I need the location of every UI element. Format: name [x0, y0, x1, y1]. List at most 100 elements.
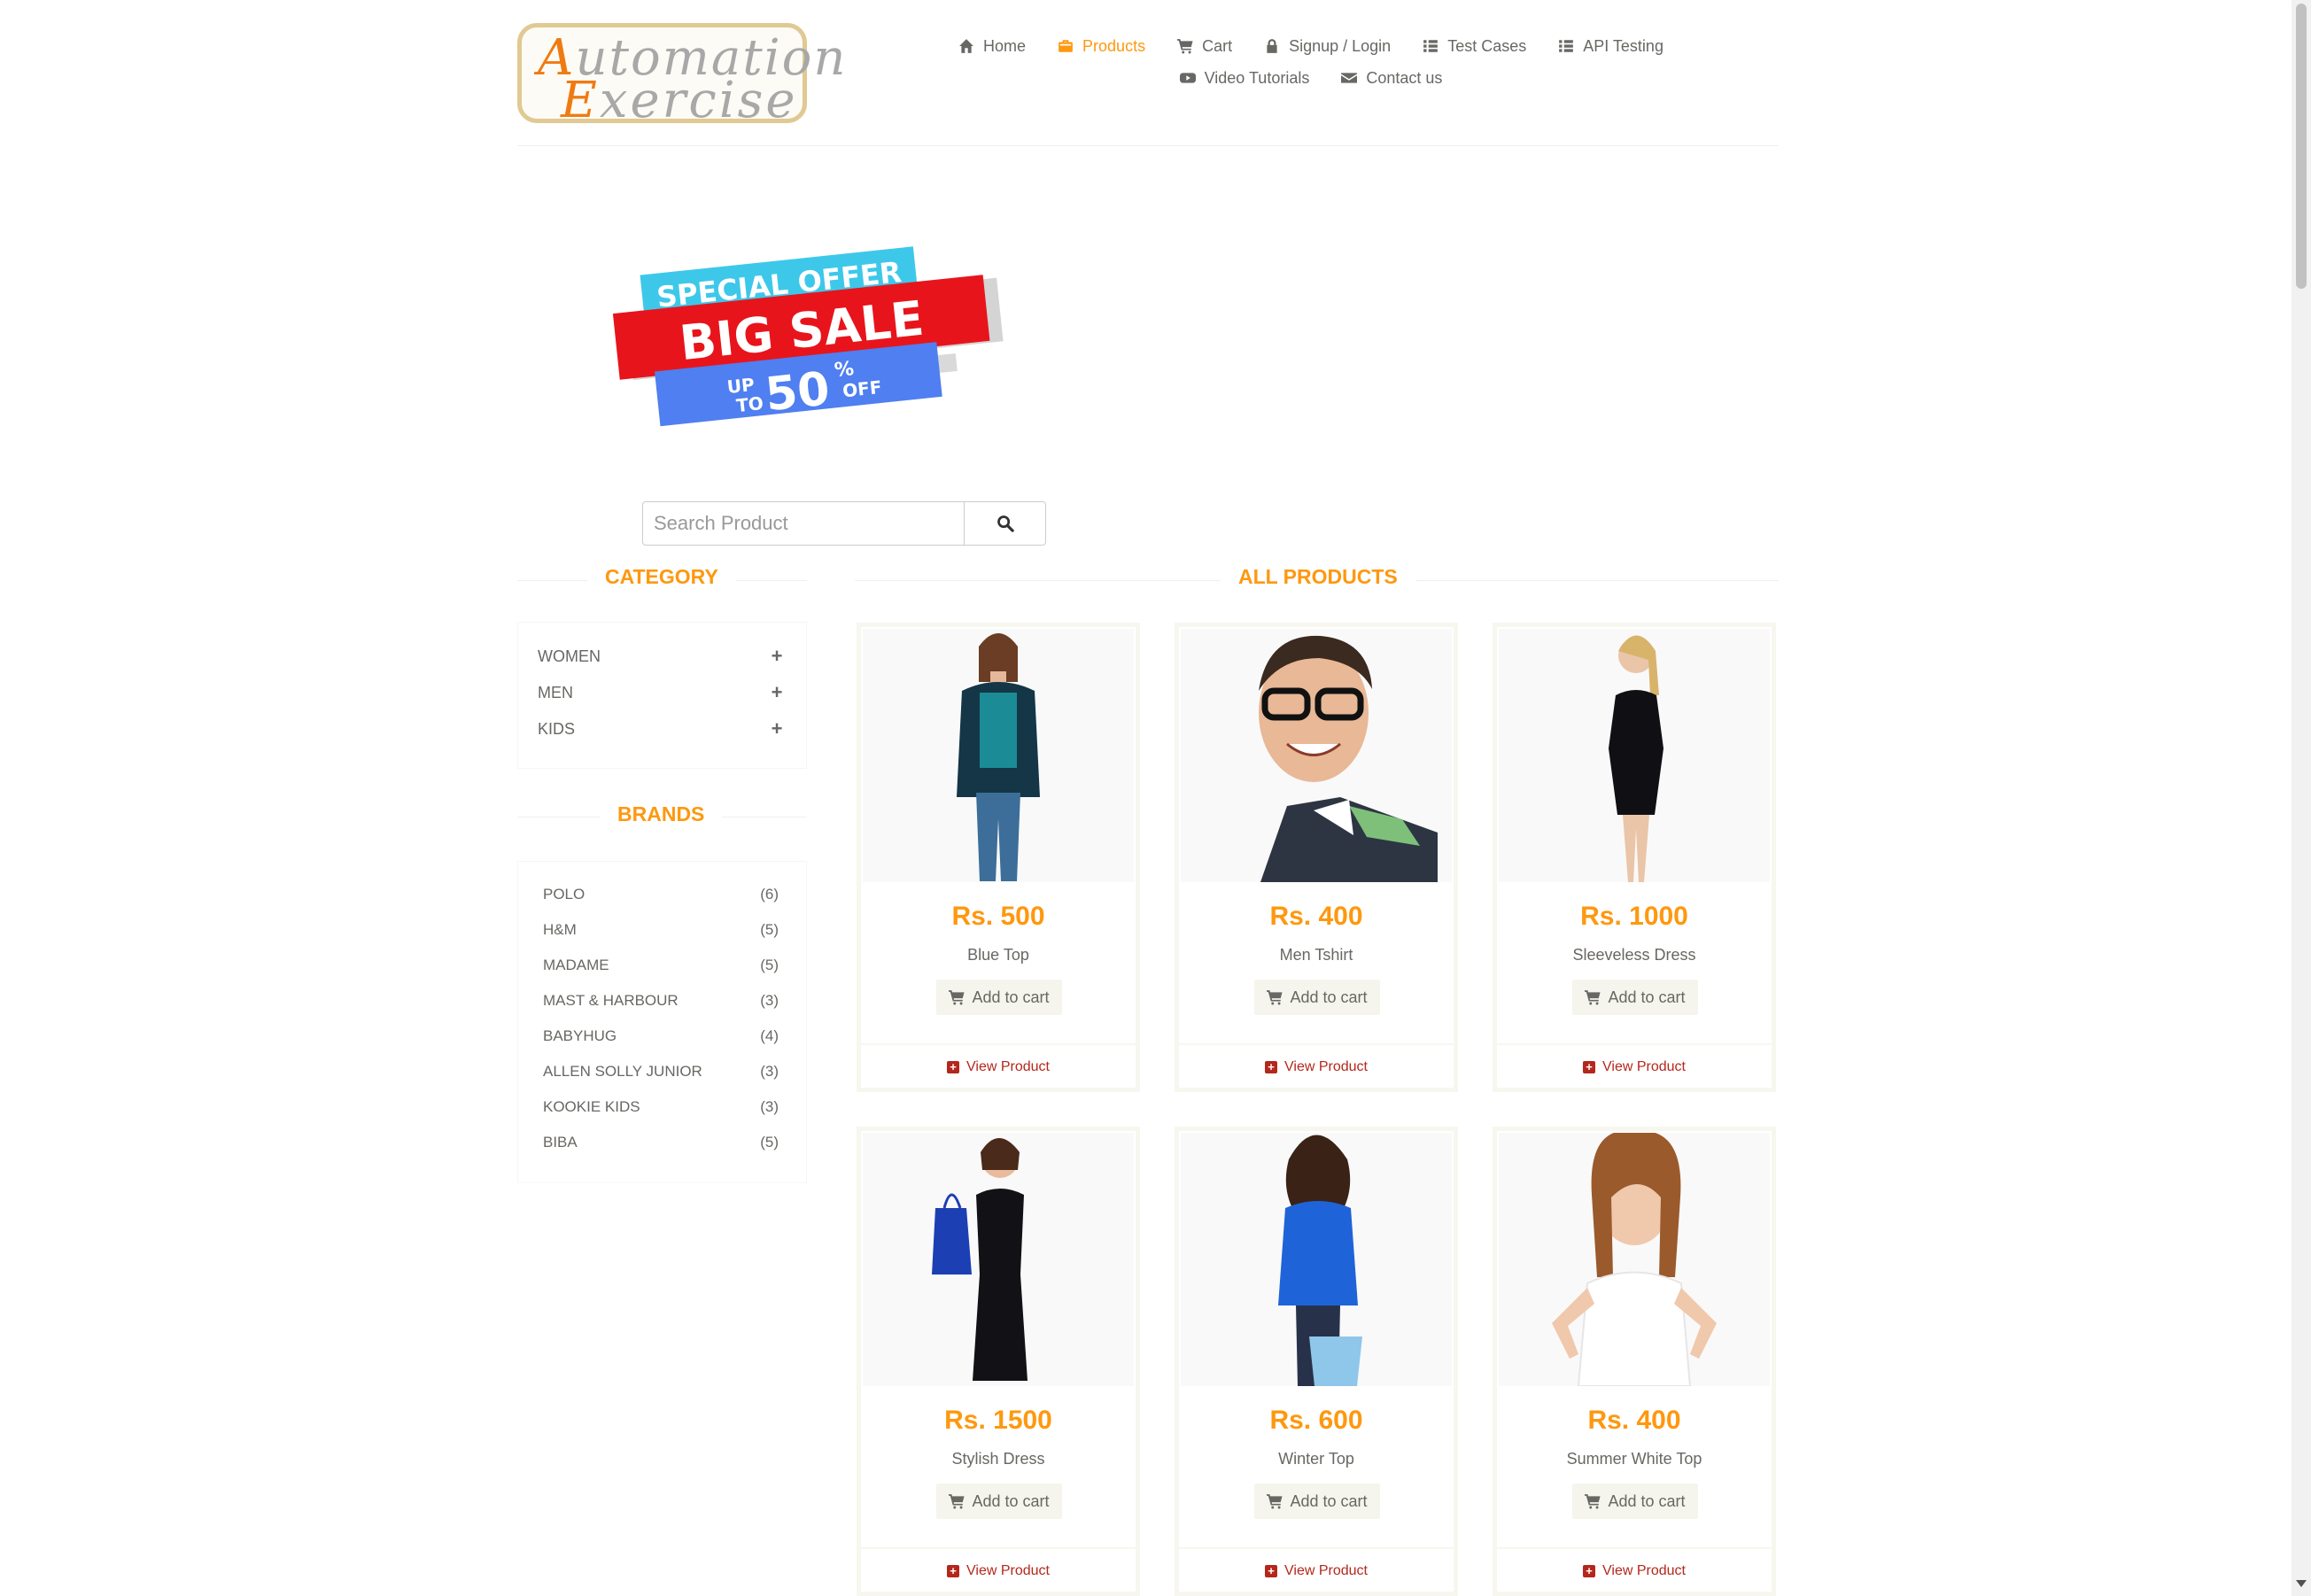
- cart-icon: [1267, 990, 1283, 1005]
- page-scrollbar[interactable]: [2292, 0, 2311, 1596]
- nav-signup-login[interactable]: Signup / Login: [1248, 30, 1407, 62]
- plus-square-icon: +: [1583, 1061, 1595, 1073]
- product-card: Rs. 400 Summer White Top Add to cart + Vi…: [1493, 1127, 1776, 1596]
- product-card: Rs. 1000 Sleeveless Dress Add to cart + V…: [1493, 623, 1776, 1092]
- product-image: [1181, 629, 1452, 882]
- card-divider: [1179, 1547, 1454, 1549]
- product-card: Rs. 1500 Stylish Dress Add to cart + View…: [857, 1127, 1140, 1596]
- view-product-link[interactable]: + View Product: [861, 1059, 1136, 1075]
- main-nav: Home Products Cart Signup / Login Test C…: [921, 30, 1701, 94]
- search-button[interactable]: [964, 501, 1046, 546]
- cart-icon: [949, 1494, 966, 1509]
- view-product-link[interactable]: + View Product: [1497, 1563, 1772, 1579]
- plus-square-icon: +: [1265, 1565, 1277, 1577]
- card-divider: [861, 1547, 1136, 1549]
- cart-icon: [1585, 1494, 1601, 1509]
- product-price: Rs. 400: [1269, 902, 1363, 931]
- product-image: [1181, 1133, 1452, 1386]
- card-divider: [1497, 1547, 1772, 1549]
- product-image: [1499, 1133, 1770, 1386]
- plus-icon: +: [771, 645, 783, 667]
- brand-item[interactable]: MADAME (5): [543, 951, 779, 980]
- products-title: All Products: [1221, 565, 1415, 589]
- youtube-icon: [1179, 73, 1196, 83]
- add-to-cart-button[interactable]: Add to cart: [1254, 1484, 1380, 1519]
- product-image: [1499, 629, 1770, 882]
- nav-cart[interactable]: Cart: [1161, 30, 1248, 62]
- cart-icon: [949, 990, 966, 1005]
- search-icon: [997, 515, 1014, 532]
- banner-amount: 50: [763, 362, 832, 422]
- brand-item[interactable]: H&M (5): [543, 916, 779, 944]
- brand-item[interactable]: BABYHUG (4): [543, 1022, 779, 1050]
- add-to-cart-button[interactable]: Add to cart: [1572, 980, 1698, 1015]
- cart-icon: [1585, 990, 1601, 1005]
- product-name: Men Tshirt: [1279, 946, 1353, 964]
- site-logo[interactable]: Automation Exercise: [517, 23, 845, 129]
- product-name: Winter Top: [1278, 1450, 1354, 1468]
- banner-percent: %: [834, 358, 856, 382]
- plus-square-icon: +: [1265, 1061, 1277, 1073]
- card-divider: [1497, 1043, 1772, 1045]
- plus-square-icon: +: [1583, 1565, 1595, 1577]
- nav-api-testing[interactable]: API Testing: [1542, 30, 1679, 62]
- header-divider: [517, 145, 1779, 146]
- product-price: Rs. 600: [1269, 1406, 1363, 1435]
- brand-item[interactable]: BIBA (5): [543, 1128, 779, 1157]
- scrollbar-thumb[interactable]: [2296, 4, 2307, 289]
- category-women[interactable]: WOMEN +: [538, 641, 786, 671]
- envelope-icon: [1341, 73, 1358, 83]
- product-name: Summer White Top: [1566, 1450, 1702, 1468]
- nav-test-cases[interactable]: Test Cases: [1407, 30, 1542, 62]
- logo-line-2: Exercise: [561, 72, 798, 129]
- card-divider: [861, 1043, 1136, 1045]
- home-icon: [959, 39, 973, 53]
- nav-products[interactable]: Products: [1042, 30, 1161, 62]
- banner-to: TO: [735, 392, 764, 416]
- view-product-link[interactable]: + View Product: [861, 1563, 1136, 1579]
- list-icon: [1559, 40, 1574, 52]
- nav-home[interactable]: Home: [942, 30, 1042, 62]
- add-to-cart-button[interactable]: Add to cart: [1572, 1484, 1698, 1519]
- category-men[interactable]: MEN +: [538, 678, 786, 708]
- add-to-cart-button[interactable]: Add to cart: [936, 1484, 1062, 1519]
- banner-off: OFF: [841, 376, 883, 402]
- nav-contact-us[interactable]: Contact us: [1325, 62, 1458, 94]
- view-product-link[interactable]: + View Product: [1179, 1563, 1454, 1579]
- product-price: Rs. 400: [1587, 1406, 1681, 1435]
- product-price: Rs. 1500: [944, 1406, 1052, 1435]
- brand-item[interactable]: ALLEN SOLLY JUNIOR (3): [543, 1058, 779, 1086]
- scroll-down-arrow-icon[interactable]: [2296, 1580, 2307, 1587]
- brand-item[interactable]: POLO (6): [543, 880, 779, 909]
- card-divider: [1179, 1043, 1454, 1045]
- search-input[interactable]: [642, 501, 965, 546]
- brand-item[interactable]: KOOKIE KIDS (3): [543, 1093, 779, 1121]
- plus-square-icon: +: [947, 1565, 959, 1577]
- plus-square-icon: +: [947, 1061, 959, 1073]
- plus-icon: +: [771, 681, 783, 703]
- product-image: [863, 629, 1134, 882]
- sale-banner: SPECIAL OFFER BIG SALE UP TO 50 % OFF: [612, 246, 1004, 427]
- category-panel: WOMEN + MEN + KIDS +: [517, 622, 807, 769]
- add-to-cart-button[interactable]: Add to cart: [1254, 980, 1380, 1015]
- view-product-link[interactable]: + View Product: [1497, 1059, 1772, 1075]
- product-image: [863, 1133, 1134, 1386]
- category-kids[interactable]: KIDS +: [538, 714, 786, 744]
- product-name: Sleeveless Dress: [1572, 946, 1696, 964]
- product-price: Rs. 1000: [1580, 902, 1688, 931]
- product-card: Rs. 600 Winter Top Add to cart + View Pro…: [1175, 1127, 1458, 1596]
- add-to-cart-button[interactable]: Add to cart: [936, 980, 1062, 1015]
- list-icon: [1423, 40, 1439, 52]
- view-product-link[interactable]: + View Product: [1179, 1059, 1454, 1075]
- product-card: Rs. 400 Men Tshirt Add to cart + View Pro…: [1175, 623, 1458, 1092]
- brand-item[interactable]: MAST & HARBOUR (3): [543, 987, 779, 1015]
- nav-video-tutorials[interactable]: Video Tutorials: [1164, 62, 1326, 94]
- product-name: Blue Top: [967, 946, 1029, 964]
- lock-icon: [1267, 39, 1277, 53]
- brands-title: Brands: [600, 802, 723, 826]
- plus-icon: +: [771, 717, 783, 740]
- product-name: Stylish Dress: [951, 1450, 1045, 1468]
- cart-icon: [1177, 39, 1193, 54]
- cart-icon: [1267, 1494, 1283, 1509]
- products-icon: [1059, 40, 1073, 52]
